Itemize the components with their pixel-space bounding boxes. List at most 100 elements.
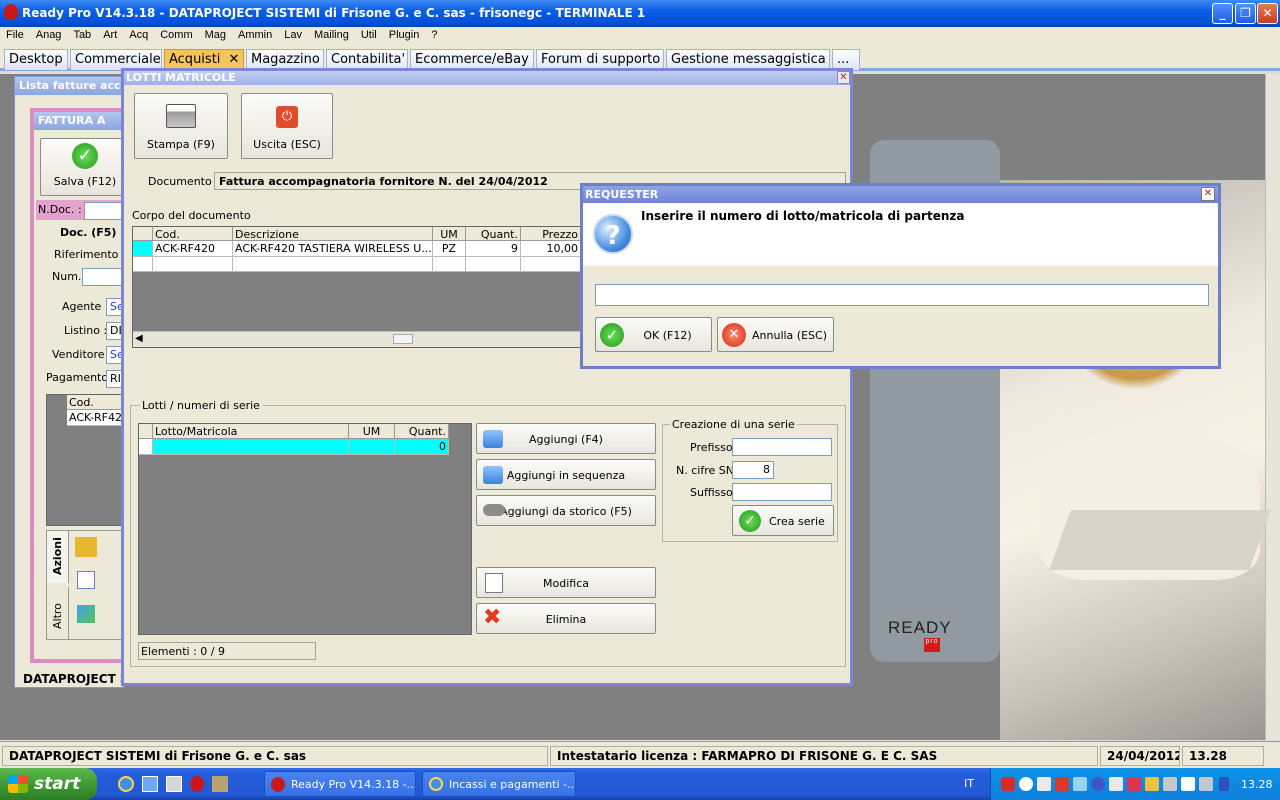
lotti-row-indicator[interactable] [139, 439, 153, 455]
tab-commerciale[interactable]: Commerciale [70, 49, 162, 70]
tray-icon[interactable] [1055, 777, 1069, 791]
corpo-header-um[interactable]: UM [433, 227, 466, 241]
lotti-header-um[interactable]: UM [349, 424, 395, 439]
corpo-empty-cell[interactable] [521, 257, 581, 272]
fattura-grid-cod-cell[interactable]: ACK-RF42 [67, 410, 129, 426]
stampa-button[interactable]: Stampa (F9) [134, 93, 228, 159]
minimize-button[interactable]: _ [1212, 3, 1233, 24]
tab-messaggistica[interactable]: Gestione messaggistica [666, 49, 830, 70]
corpo-empty-cell[interactable] [233, 257, 433, 272]
taskbar-item-incassi[interactable]: Incassi e pagamenti -... [422, 771, 576, 797]
workspace-scrollbar[interactable] [1265, 74, 1280, 740]
menu-comm[interactable]: Comm [160, 27, 192, 41]
scroll-left-icon[interactable]: ◀ [135, 333, 143, 344]
corpo-header-quant[interactable]: Quant. [466, 227, 521, 241]
bluetooth-icon[interactable] [1091, 777, 1105, 791]
corpo-empty-cell[interactable] [153, 257, 233, 272]
ok-button[interactable]: ✓ OK (F12) [595, 317, 712, 352]
readypro-icon[interactable] [190, 776, 204, 792]
requester-close-icon[interactable]: ✕ [1201, 187, 1215, 201]
tab-desktop[interactable]: Desktop [4, 49, 68, 70]
corpo-empty-cell[interactable] [133, 257, 153, 272]
add-box-icon[interactable] [75, 537, 97, 557]
aggiungi-storico-button[interactable]: Aggiungi da storico (F5) [476, 495, 656, 526]
scroll-thumb[interactable] [393, 334, 413, 344]
tray-icon[interactable] [1199, 777, 1213, 791]
language-indicator[interactable]: IT [964, 777, 974, 790]
tray-icon[interactable] [1219, 777, 1229, 791]
lotti-close-icon[interactable]: ✕ [837, 71, 850, 84]
tray-icon[interactable] [1001, 777, 1015, 791]
menu-tab[interactable]: Tab [73, 27, 91, 41]
azioni-tab[interactable]: Azioni [51, 537, 64, 575]
menu-help[interactable]: ? [431, 27, 437, 41]
salva-button[interactable]: ✓ Salva (F12) [40, 138, 130, 196]
lotti-cell-um[interactable] [349, 439, 395, 455]
fattura-grid[interactable]: Cod. ACK-RF42 [46, 394, 129, 526]
tray-icon[interactable] [1109, 777, 1123, 791]
corpo-cell-um[interactable]: PZ [433, 241, 466, 257]
aggiungi-sequenza-button[interactable]: Aggiungi in sequenza [476, 459, 656, 490]
corpo-row-indicator[interactable] [133, 241, 153, 257]
lotti-header-quant[interactable]: Quant. [395, 424, 449, 439]
menu-acq[interactable]: Acq [129, 27, 148, 41]
ncifre-input[interactable]: 8 [732, 461, 774, 479]
corpo-cell-quant[interactable]: 9 [466, 241, 521, 257]
volume-icon[interactable] [1181, 777, 1195, 791]
menu-anag[interactable]: Anag [36, 27, 62, 41]
quicklaunch-icon[interactable] [212, 776, 228, 792]
menu-file[interactable]: File [6, 27, 24, 41]
shapes-icon[interactable] [77, 605, 95, 623]
quicklaunch-icon[interactable] [142, 776, 158, 792]
tab-ecommerce[interactable]: Ecommerce/eBay [410, 49, 534, 70]
menu-lav[interactable]: Lav [284, 27, 302, 41]
tab-more[interactable]: ... [832, 49, 860, 70]
corpo-empty-cell[interactable] [433, 257, 466, 272]
ie-icon[interactable] [118, 776, 134, 792]
start-button[interactable]: start [0, 768, 97, 800]
menu-plugin[interactable]: Plugin [389, 27, 420, 41]
lotti-grid[interactable]: Lotto/Matricola UM Quant. 0 [138, 423, 472, 635]
corpo-cell-cod[interactable]: ACK-RF420 [153, 241, 233, 257]
lotti-cell-lotto[interactable] [153, 439, 349, 455]
tab-forum[interactable]: Forum di supporto [536, 49, 664, 70]
menu-ammin[interactable]: Ammin [238, 27, 272, 41]
altro-tab[interactable]: Altro [51, 603, 64, 629]
corpo-header-prezzo[interactable]: Prezzo [521, 227, 581, 241]
tray-icon[interactable] [1127, 777, 1141, 791]
tray-icon[interactable] [1145, 777, 1159, 791]
tab-acquisti[interactable]: Acquisti ✕ [164, 49, 244, 70]
tray-icon[interactable] [1037, 777, 1051, 791]
menu-util[interactable]: Util [361, 27, 377, 41]
prefisso-input[interactable] [732, 438, 832, 456]
corpo-cell-prezzo[interactable]: 10,00 [521, 241, 581, 257]
crea-serie-button[interactable]: ✓ Crea serie [732, 505, 834, 536]
tab-contabilita[interactable]: Contabilita' [326, 49, 408, 70]
corpo-cell-descrizione[interactable]: ACK-RF420 TASTIERA WIRELESS U... [233, 241, 433, 257]
quicklaunch-icon[interactable] [166, 776, 182, 792]
menu-mag[interactable]: Mag [205, 27, 226, 41]
taskbar-item-readypro[interactable]: Ready Pro V14.3.18 -... [264, 771, 416, 797]
suffisso-input[interactable] [732, 483, 832, 501]
lotti-header-lotto[interactable]: Lotto/Matricola [153, 424, 349, 439]
tray-icon[interactable] [1073, 777, 1087, 791]
corpo-header-descrizione[interactable]: Descrizione [233, 227, 433, 241]
corpo-header-cod[interactable]: Cod. [153, 227, 233, 241]
tray-icon[interactable] [1019, 777, 1033, 791]
elimina-button[interactable]: ✖ Elimina [476, 603, 656, 634]
tab-magazzino[interactable]: Magazzino [246, 49, 324, 70]
tray-icon[interactable] [1163, 777, 1177, 791]
corpo-empty-cell[interactable] [466, 257, 521, 272]
menu-art[interactable]: Art [103, 27, 117, 41]
menu-mailing[interactable]: Mailing [314, 27, 349, 41]
uscita-button[interactable]: ⏻ Uscita (ESC) [241, 93, 333, 159]
tab-close-icon[interactable]: ✕ [229, 52, 240, 67]
annulla-button[interactable]: ✕ Annulla (ESC) [717, 317, 834, 352]
aggiungi-button[interactable]: Aggiungi (F4) [476, 423, 656, 454]
doc-tab[interactable]: Doc. (F5) [60, 226, 116, 239]
close-button[interactable]: ✕ [1257, 3, 1278, 24]
lotti-cell-quant[interactable]: 0 [395, 439, 449, 455]
modifica-button[interactable]: Modifica [476, 567, 656, 598]
checklist-icon[interactable] [77, 571, 95, 589]
maximize-button[interactable]: ❐ [1235, 3, 1256, 24]
